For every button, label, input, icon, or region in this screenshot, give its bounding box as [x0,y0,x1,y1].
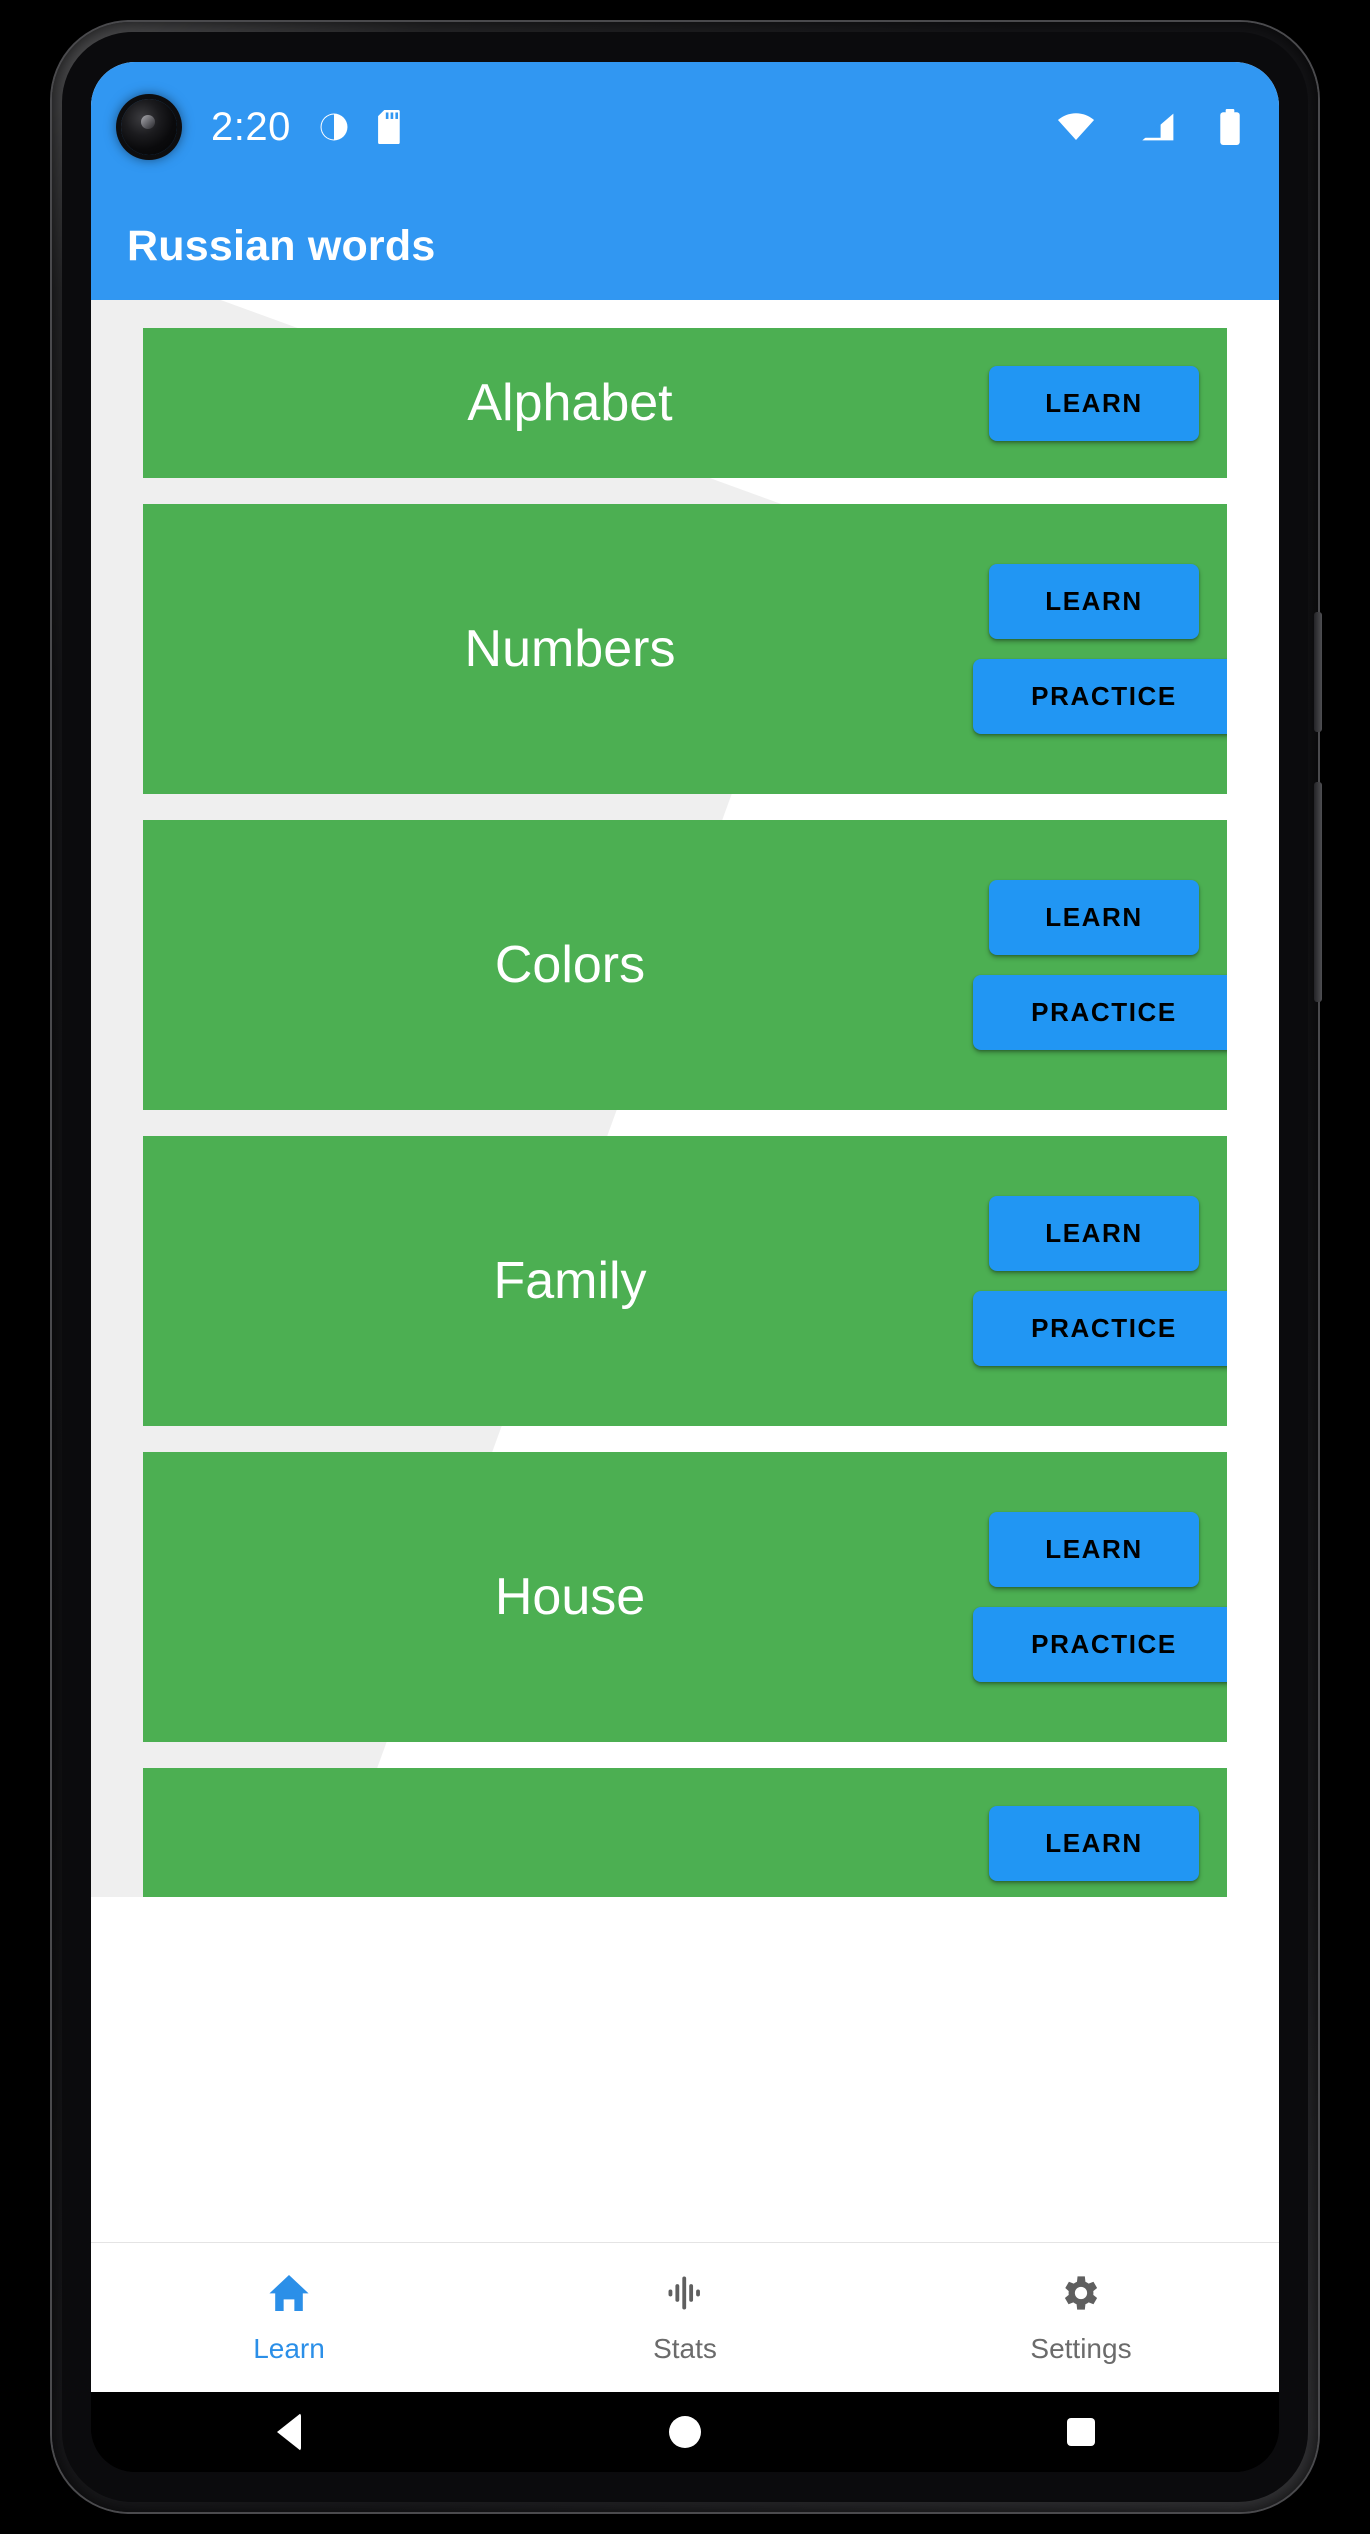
learn-button[interactable]: LEARN [989,1805,1199,1881]
system-back-button[interactable] [91,2413,487,2451]
bottom-nav-label-stats: Stats [653,2333,717,2364]
category-card-title: Family [493,1252,647,1310]
practice-button[interactable]: PRACTICE [973,975,1227,1050]
bottom-nav-label-settings: Settings [1030,2333,1132,2364]
home-icon [266,2270,312,2321]
sd-card-icon [377,110,407,144]
practice-button[interactable]: PRACTICE [973,1607,1227,1682]
category-card-actions: LEARN PRACTICE [973,1512,1227,1682]
category-card-title: Alphabet [467,374,673,432]
bottom-navigation: Learn Stats Settings [91,2242,1279,2392]
bottom-nav-item-stats[interactable]: Stats [487,2243,883,2392]
back-icon [277,2413,301,2451]
screen-viewport: 2:20 Russian words Alphabet LEARN Number… [91,62,1279,2472]
app-bar: Russian words [91,192,1279,300]
gear-icon [1058,2270,1104,2321]
category-card[interactable]: Colors LEARN PRACTICE [143,820,1227,1110]
system-home-button[interactable] [487,2416,883,2448]
cellular-signal-icon [1139,112,1175,142]
bottom-nav-label-learn: Learn [253,2333,325,2364]
bottom-nav-item-settings[interactable]: Settings [883,2243,1279,2392]
equalizer-icon [662,2270,708,2321]
status-bar-clock: 2:20 [211,104,291,149]
category-card[interactable]: House LEARN PRACTICE [143,1452,1227,1742]
battery-icon [1219,109,1241,145]
home-circle-icon [669,2416,701,2448]
wifi-icon [1057,112,1095,142]
category-card-actions: LEARN [977,365,1227,441]
learn-button[interactable]: LEARN [989,1512,1199,1587]
category-card[interactable]: LEARN [143,1768,1227,1897]
front-camera-punch-hole [121,99,177,155]
phone-device-frame: 2:20 Russian words Alphabet LEARN Number… [52,22,1322,2512]
learn-button[interactable]: LEARN [989,880,1199,955]
android-system-navigation-bar [91,2392,1279,2472]
category-card-actions: LEARN PRACTICE [973,880,1227,1050]
status-bar-left: 2:20 [121,99,407,155]
page-title: Russian words [127,221,436,270]
phone-screen: 2:20 Russian words Alphabet LEARN Number… [91,62,1279,2472]
learn-button[interactable]: LEARN [989,564,1199,639]
category-card-title: House [494,1568,646,1626]
category-list: Alphabet LEARN Numbers LEARN PRACTICE Colors L… [91,328,1279,1897]
recents-square-icon [1067,2418,1095,2446]
category-card-title: Numbers [464,620,676,678]
learn-button[interactable]: LEARN [989,365,1199,441]
category-card[interactable]: Numbers LEARN PRACTICE [143,504,1227,794]
status-bar-right [1031,109,1241,145]
main-content[interactable]: Alphabet LEARN Numbers LEARN PRACTICE Colors L… [91,300,1279,1897]
category-card[interactable]: Alphabet LEARN [143,328,1227,478]
system-recents-button[interactable] [883,2418,1279,2446]
app-window: 2:20 Russian words Alphabet LEARN Number… [91,62,1279,2392]
power-button[interactable] [1314,612,1322,732]
category-card[interactable]: Family LEARN PRACTICE [143,1136,1227,1426]
category-card-actions: LEARN PRACTICE [973,564,1227,734]
category-card-actions: LEARN [977,1805,1227,1881]
learn-button[interactable]: LEARN [989,1196,1199,1271]
volume-button[interactable] [1314,782,1322,1002]
bottom-nav-item-learn[interactable]: Learn [91,2243,487,2392]
status-bar: 2:20 [91,62,1279,192]
do-not-disturb-icon [317,110,351,144]
practice-button[interactable]: PRACTICE [973,659,1227,734]
category-card-title: Colors [494,936,646,994]
practice-button[interactable]: PRACTICE [973,1291,1227,1366]
category-card-actions: LEARN PRACTICE [973,1196,1227,1366]
